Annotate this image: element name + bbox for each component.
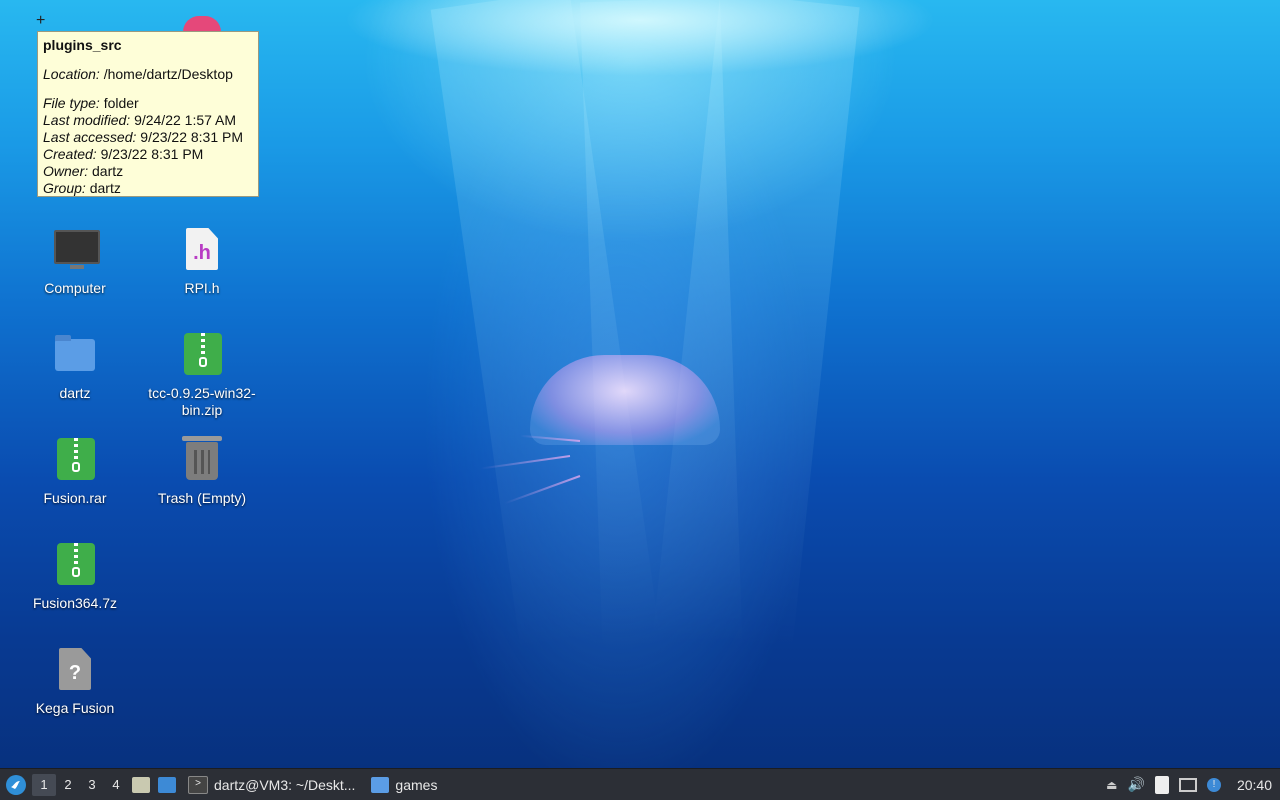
archive-icon bbox=[51, 436, 99, 484]
tooltip-created: Created: 9/23/22 8:31 PM bbox=[43, 146, 204, 162]
volume-icon[interactable]: 🔊 bbox=[1128, 776, 1145, 793]
icon-label: dartz bbox=[59, 385, 91, 401]
task-files[interactable]: games bbox=[363, 769, 445, 800]
tooltip-group: Group: dartz bbox=[43, 180, 121, 196]
workspace-2[interactable]: 2 bbox=[56, 769, 80, 800]
icon-label: Fusion364.7z bbox=[32, 595, 118, 611]
clipboard-icon[interactable] bbox=[1154, 775, 1169, 794]
icon-label: Computer bbox=[44, 280, 106, 296]
desktop: Computer dartz Fusion.rar Fusion364.7z ?… bbox=[0, 0, 1280, 800]
file-cabinet-icon bbox=[132, 776, 150, 793]
taskbar: 1 2 3 4 > dartz@VM3: ~/Deskt... games ⏏ … bbox=[0, 768, 1280, 800]
update-notifier-icon[interactable]: ! bbox=[1206, 777, 1221, 792]
desktop-icon bbox=[158, 776, 176, 793]
workspace-1[interactable]: 1 bbox=[32, 773, 56, 796]
network-icon[interactable] bbox=[1178, 777, 1197, 792]
header-file-icon: .h bbox=[178, 226, 226, 274]
desktop-icon-rpi-h[interactable]: .h RPI.h bbox=[142, 226, 262, 297]
trash-icon bbox=[178, 436, 226, 484]
workspace-4[interactable]: 4 bbox=[104, 769, 128, 800]
desktop-icon-fusion-rar[interactable]: Fusion.rar bbox=[15, 436, 135, 507]
desktop-icon-fusion364[interactable]: Fusion364.7z bbox=[15, 541, 135, 612]
app-icon-partial[interactable] bbox=[183, 16, 221, 32]
desktop-icon-kega-fusion[interactable]: ? Kega Fusion bbox=[15, 646, 135, 717]
desktop-icon-computer[interactable]: Computer bbox=[15, 226, 135, 297]
archive-icon bbox=[178, 331, 226, 379]
tooltip-title: plugins_src bbox=[43, 37, 122, 53]
icon-label: RPI.h bbox=[184, 280, 220, 296]
folder-icon bbox=[371, 776, 390, 793]
tooltip-accessed: Last accessed: 9/23/22 8:31 PM bbox=[43, 129, 244, 145]
tooltip-owner: Owner: dartz bbox=[43, 163, 124, 179]
file-tooltip: plugins_src Location: /home/dartz/Deskto… bbox=[37, 31, 259, 197]
unknown-file-icon: ? bbox=[51, 646, 99, 694]
workspace-3[interactable]: 3 bbox=[80, 769, 104, 800]
clock[interactable]: 20:40 bbox=[1237, 777, 1272, 793]
lubuntu-logo-icon bbox=[6, 774, 26, 795]
eject-icon[interactable]: ⏏ bbox=[1106, 778, 1117, 792]
icon-label: tcc-0.9.25-win32-bin.zip bbox=[148, 385, 256, 418]
home-folder-icon bbox=[51, 331, 99, 379]
task-terminal-label: dartz@VM3: ~/Deskt... bbox=[214, 776, 356, 793]
task-files-label: games bbox=[395, 776, 438, 793]
desktop-icon-trash[interactable]: Trash (Empty) bbox=[142, 436, 262, 507]
tooltip-location: Location: /home/dartz/Desktop bbox=[43, 66, 233, 82]
file-manager-launcher[interactable] bbox=[128, 769, 154, 800]
task-terminal[interactable]: > dartz@VM3: ~/Deskt... bbox=[180, 769, 363, 800]
show-desktop-launcher[interactable] bbox=[154, 769, 180, 800]
icon-label: Fusion.rar bbox=[43, 490, 107, 506]
icon-label: Kega Fusion bbox=[35, 700, 115, 716]
tooltip-modified: Last modified: 9/24/22 1:57 AM bbox=[43, 112, 237, 128]
desktop-icon-dartz[interactable]: dartz bbox=[15, 331, 135, 402]
icon-label: Trash (Empty) bbox=[157, 490, 247, 506]
terminal-icon: > bbox=[188, 775, 208, 794]
app-menu-button[interactable] bbox=[0, 769, 32, 800]
archive-icon bbox=[51, 541, 99, 589]
desktop-icon-tcc-zip[interactable]: tcc-0.9.25-win32-bin.zip bbox=[142, 331, 262, 419]
cursor-crosshair-icon: + bbox=[36, 12, 46, 29]
system-tray: ⏏ 🔊 ! 20:40 bbox=[1106, 769, 1280, 800]
computer-icon bbox=[51, 226, 100, 274]
tooltip-filetype: File type: folder bbox=[43, 95, 139, 111]
